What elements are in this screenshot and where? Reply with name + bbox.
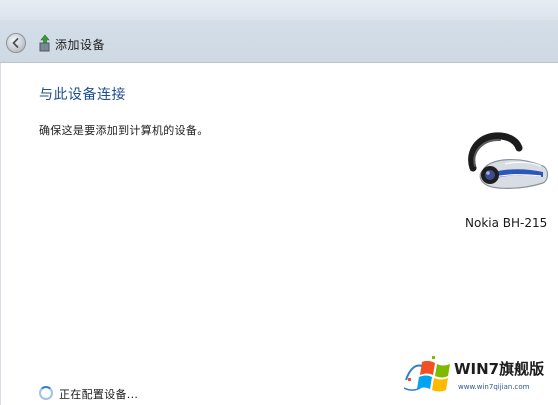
status-text: 正在配置设备... xyxy=(59,388,139,401)
device-name: Nokia BH-215 xyxy=(465,216,548,230)
add-device-icon xyxy=(37,34,53,52)
add-device-window: 添加设备 与此设备连接 确保这是要添加到计算机的设备。 Nokia BH-215… xyxy=(0,0,558,405)
window-title: 添加设备 xyxy=(55,38,106,52)
device-tile[interactable]: Nokia BH-215 xyxy=(453,128,553,238)
instruction-text: 确保这是要添加到计算机的设备。 xyxy=(39,124,209,137)
watermark-url: www.win7qijian.com xyxy=(458,383,530,391)
title-bar: 添加设备 xyxy=(0,0,558,63)
loading-spinner-icon xyxy=(39,386,53,400)
page-heading: 与此设备连接 xyxy=(39,87,126,103)
window-frame-top xyxy=(0,0,558,20)
back-button[interactable] xyxy=(6,33,26,53)
back-arrow-icon xyxy=(12,38,19,48)
watermark: WIN7旗舰版 www.win7qijian.com xyxy=(398,346,558,405)
watermark-title: WIN7旗舰版 xyxy=(454,360,545,378)
bluetooth-headset-icon xyxy=(459,128,551,206)
windows-logo-icon xyxy=(403,354,452,398)
